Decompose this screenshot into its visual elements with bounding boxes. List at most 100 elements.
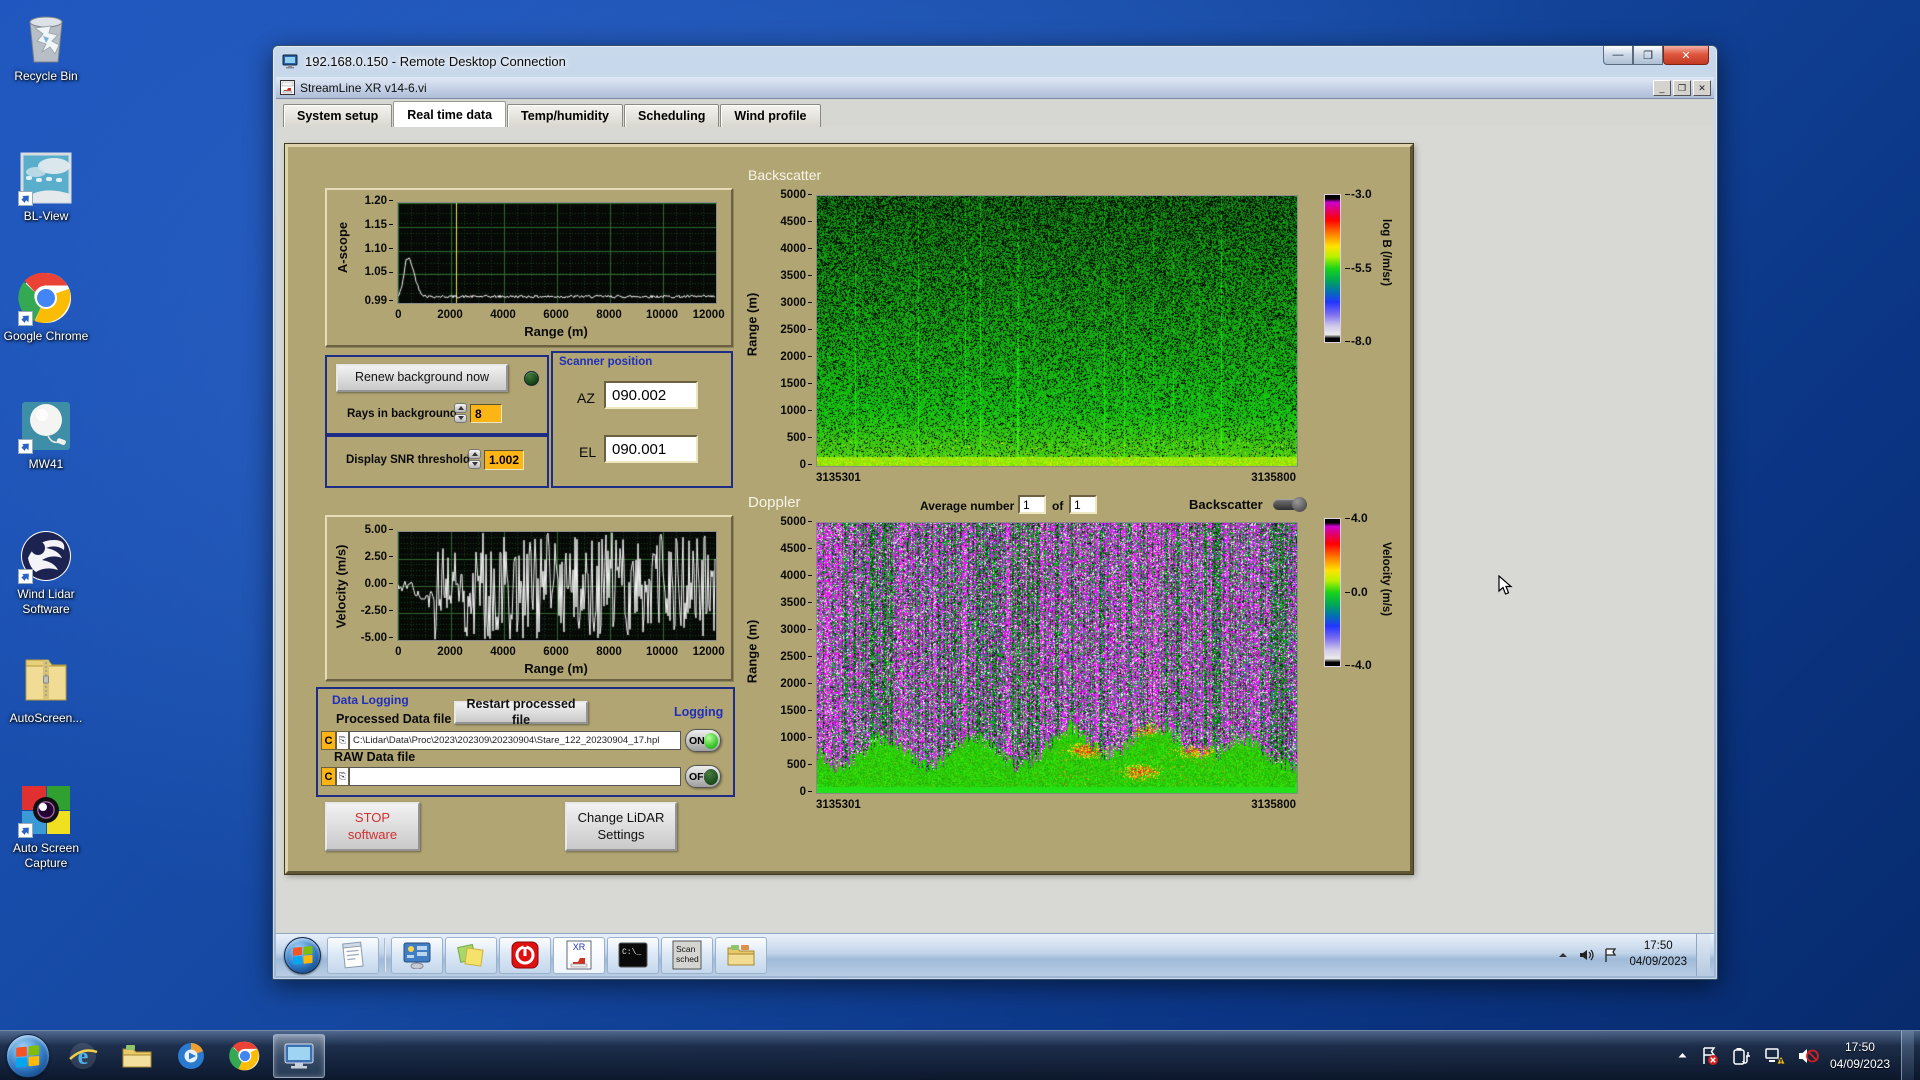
raw-browse-icon[interactable]: ⎘ [336,767,349,786]
tick-label: 0.0 [1345,585,1368,599]
tick-label: 3500 [780,597,812,609]
task-internet-explorer[interactable]: e [57,1034,109,1078]
off-lamp [704,769,718,785]
rdp-minimize-button[interactable]: — [1603,46,1633,65]
remote-task-scan-scheduler[interactable]: Scan sched [661,936,713,974]
tab-wind-profile[interactable]: Wind profile [720,104,821,127]
clock-date: 04/09/2023 [1829,1056,1890,1071]
average-number-field[interactable]: 1 [1018,495,1046,514]
tray-volume-muted-icon[interactable] [1797,1046,1819,1066]
task-google-chrome[interactable] [219,1034,271,1078]
app-minimize-button[interactable]: _ [1653,80,1671,96]
rdp-titlebar[interactable]: 192.168.0.150 - Remote Desktop Connectio… [273,46,1717,76]
desktop: Recycle Bin BL-View Google Chrome MW41 W… [0,0,1920,1080]
processed-browse-icon[interactable]: ⎘ [336,731,349,750]
rdp-close-button[interactable]: ✕ [1663,46,1709,65]
tab-system-setup[interactable]: System setup [283,104,393,127]
tick-label: 1.05 [365,266,393,278]
raw-drive-box[interactable]: C [321,767,336,786]
rdp-session: StreamLine XR v14-6.vi _ ❐ ✕ System setu… [276,77,1714,976]
snr-spinner[interactable] [468,449,481,469]
app-titlebar[interactable]: StreamLine XR v14-6.vi _ ❐ ✕ [276,77,1714,99]
mouse-cursor [1497,574,1515,602]
remote-task-command-prompt[interactable]: C:\_ [607,936,659,974]
remote-action-center-icon[interactable] [1603,947,1618,963]
host-taskbar: e 17:50 04/09/2023 [0,1030,1920,1080]
desktop-icon-bl-view[interactable]: BL-View [0,150,92,224]
data-logging-title: Data Logging [332,693,409,707]
remote-task-explorer[interactable] [715,936,767,974]
front-panel: A-scope 1.20 1.15 1.10 1.05 0.99 0 2000 4000 60… [285,144,1413,874]
desktop-icon-mw41[interactable]: MW41 [0,398,92,472]
tray-power-icon[interactable] [1731,1046,1753,1066]
backscatter-toggle[interactable] [1273,497,1307,512]
task-windows-explorer[interactable] [111,1034,163,1078]
show-desktop-button[interactable] [1901,1030,1914,1080]
tick-label: 1000 [780,732,812,744]
tab-scheduling[interactable]: Scheduling [624,104,720,127]
ascope-graph: A-scope 1.20 1.15 1.10 1.05 0.99 0 2000 4000 60… [325,188,733,347]
remote-task-streamline-xr[interactable]: XR [553,936,605,974]
app-restore-button[interactable]: ❐ [1673,80,1691,96]
remote-volume-icon[interactable] [1578,948,1595,962]
remote-clock[interactable]: 17:50 04/09/2023 [1629,939,1687,970]
desktop-icon-autoscreen-zip[interactable]: AutoScreen... [0,652,92,726]
remote-task-sticky-notes[interactable] [445,936,497,974]
remote-start-button[interactable] [284,936,321,974]
tick-label: 0 [800,786,812,798]
snr-value-field[interactable]: 1.002 [484,450,524,470]
rays-value-field[interactable]: 8 [470,404,502,423]
task-remote-desktop-active[interactable] [273,1033,325,1078]
stop-software-button[interactable]: STOP software [325,802,420,851]
remote-task-notepad[interactable] [327,936,379,974]
tab-temp-humidity[interactable]: Temp/humidity [507,104,624,127]
doppler-heatmap[interactable] [816,522,1298,794]
backscatter-colorbar-label: log B (/m/sr) [1380,219,1392,287]
remote-task-stop-app[interactable] [499,936,551,974]
change-lidar-settings-button[interactable]: Change LiDAR Settings [565,802,677,851]
average-total-field[interactable]: 1 [1069,495,1097,514]
desktop-icon-google-chrome[interactable]: Google Chrome [0,270,92,344]
start-button[interactable] [6,1033,50,1078]
tick-label: 0 [800,459,812,471]
el-value-field[interactable]: 090.001 [604,435,698,463]
desktop-icon-wind-lidar[interactable]: Wind Lidar Software [0,528,92,617]
az-value-field[interactable]: 090.002 [604,381,698,409]
remote-tray-expand-icon[interactable] [1557,950,1569,960]
velocity-x-ticks: 0 2000 4000 6000 8000 10000 12000 [395,646,725,660]
desktop-icon-auto-screen-capture[interactable]: Auto Screen Capture [0,782,92,871]
rdp-restore-button[interactable]: ❐ [1633,46,1663,65]
clock[interactable]: 17:50 04/09/2023 [1830,1039,1890,1073]
velocity-plot-area[interactable] [397,531,717,641]
desktop-icon-recycle-bin[interactable]: Recycle Bin [0,10,92,84]
svg-text:Scan: Scan [676,944,696,954]
ascope-plot-area[interactable] [397,202,717,304]
tray-network-icon[interactable] [1764,1046,1786,1066]
doppler-colorbar-ticks: 4.0 0.0 -4.0 [1345,511,1385,672]
renew-background-button[interactable]: Renew background now [336,364,508,392]
raw-logging-off-toggle[interactable]: OFF [685,765,721,788]
tray-action-center-icon[interactable] [1700,1046,1720,1066]
app-close-button[interactable]: ✕ [1693,80,1711,96]
tray-expand-icon[interactable] [1676,1050,1689,1061]
recycle-bin-icon [18,10,74,66]
task-media-player[interactable] [165,1034,217,1078]
restart-processed-file-button[interactable]: Restart processed file [454,697,588,727]
mw41-icon [18,398,74,454]
desktop-icon-label: Google Chrome [3,329,89,343]
processed-logging-on-toggle[interactable]: ON [685,729,721,752]
remote-task-display-settings[interactable] [391,936,443,974]
remote-show-desktop-button[interactable] [1696,933,1710,976]
backscatter-y-axis-label: Range (m) [744,292,760,357]
rays-spinner[interactable] [454,403,467,423]
tick-label: 1500 [780,705,812,717]
backscatter-heatmap[interactable] [816,195,1298,467]
processed-path-field[interactable]: C:\Lidar\Data\Proc\2023\202309\20230904\… [349,731,681,750]
raw-path-field[interactable] [349,767,681,786]
tick-label: 6000 [543,309,569,321]
tab-real-time-data[interactable]: Real time data [393,101,507,127]
tick-label: 8000 [596,309,622,321]
average-number-label: Average number [920,499,1015,513]
ascope-x-ticks: 0 2000 4000 6000 8000 10000 12000 [395,309,725,323]
processed-drive-box[interactable]: C [321,731,336,750]
